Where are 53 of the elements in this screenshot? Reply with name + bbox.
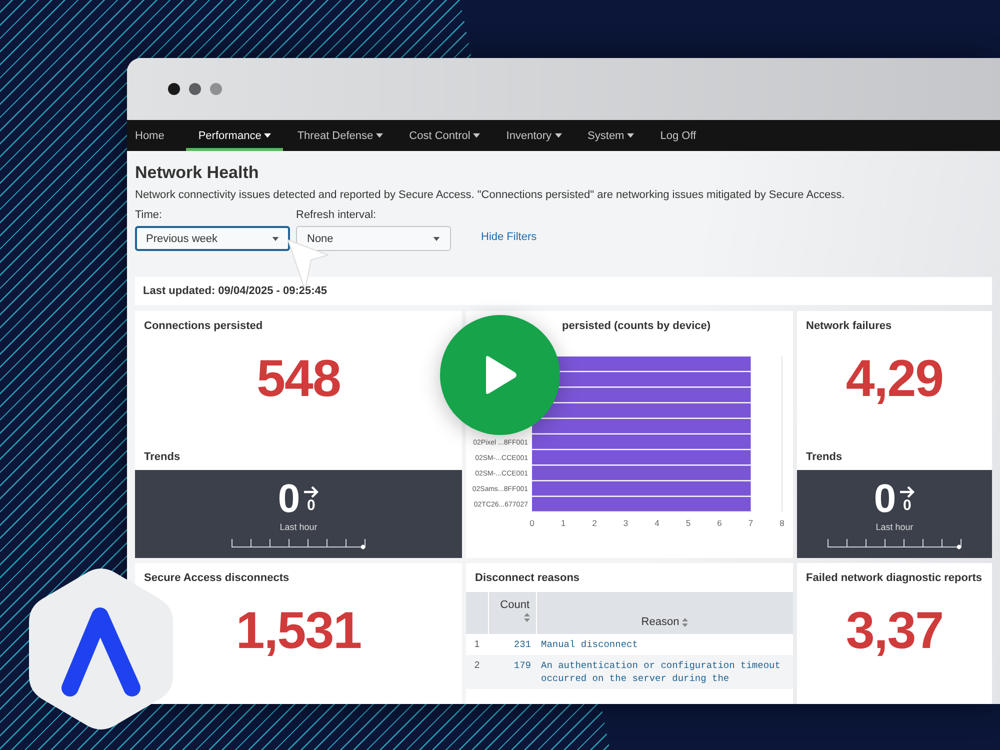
caret-icon [272, 236, 279, 240]
metric-value: 4,29 [846, 350, 944, 408]
nav-item[interactable]: Performance [186, 120, 284, 151]
trend-change: 0 [902, 498, 912, 512]
metric-value: 1,531 [236, 602, 362, 660]
arrow-right-icon [899, 486, 916, 498]
tick-label: 1 [560, 518, 566, 528]
panel-title: Network failures [805, 319, 893, 332]
metric-value: 3,37 [846, 602, 944, 660]
arrow-right-icon [303, 486, 320, 498]
chart-title: persisted (counts by device) [561, 319, 712, 332]
hide-filters-link[interactable]: Hide Filters [481, 231, 537, 243]
nav-item[interactable]: Home [127, 120, 176, 151]
table-cell: An authentication or configuration timeout occurred on the server during the [536, 655, 793, 689]
period-label: Last hour [876, 522, 914, 532]
trend-value: 0 [874, 478, 896, 520]
dropdown[interactable]: None [296, 226, 451, 251]
tick-label: 2 [592, 518, 597, 528]
table-cell: 231 [488, 634, 536, 655]
table-cell: 179 [488, 655, 536, 689]
panel-title: Disconnect reasons [474, 571, 581, 586]
trend-change: 0 [306, 498, 316, 512]
trends-label: Trends [143, 451, 182, 465]
trends-label: Trends [805, 451, 844, 465]
tick-label: 0 [530, 518, 534, 528]
last-updated-text: Last updated: 09/04/2025 - 09:25:45 [143, 285, 328, 297]
tick-label: 6 [717, 518, 722, 528]
panel-title: Secure Access disconnects [143, 571, 290, 584]
period-label: Last hour [280, 522, 318, 532]
dropdown[interactable]: Previous week [135, 226, 290, 251]
page-title: Network Health [135, 163, 259, 183]
caret-icon [433, 236, 440, 240]
nav-item[interactable]: System [576, 120, 646, 151]
panel-title: Connections persisted [143, 319, 264, 332]
tick-label: 5 [686, 518, 691, 528]
filter-label: Refresh interval: [296, 209, 376, 221]
panel-title: Failed network diagnostic reports [805, 571, 984, 584]
metric-value: 548 [256, 350, 340, 408]
table-cell: Manual disconnect [536, 634, 793, 655]
tick-label: 3 [623, 518, 628, 528]
column-header[interactable]: Reason [641, 616, 688, 628]
row-number: 1 [466, 634, 488, 655]
tick-label: 8 [780, 518, 784, 528]
nav-item[interactable]: Log Off [648, 120, 708, 151]
row-number: 2 [466, 655, 488, 689]
tick-label: 4 [654, 518, 660, 528]
page-description: Network connectivity issues detected and reported by Secure Access. "Connections persisted" are networking issues mitigated by Secure Access. [135, 189, 845, 201]
trend-value: 0 [278, 478, 300, 520]
nav-item[interactable]: Threat Defense [285, 120, 396, 151]
nav-item[interactable]: Inventory [494, 120, 574, 151]
tick-label: 7 [748, 518, 754, 528]
filter-label: Time: [135, 209, 162, 221]
nav-item[interactable]: Cost Control [397, 120, 492, 151]
